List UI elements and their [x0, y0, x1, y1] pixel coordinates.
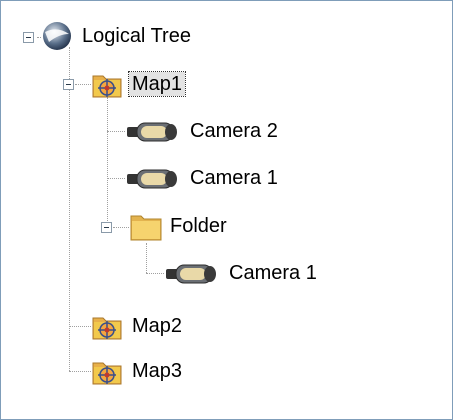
tree-node-folder[interactable]: Folder — [129, 209, 230, 243]
tree-line — [69, 47, 70, 371]
camera-icon — [164, 259, 220, 287]
tree-line — [146, 273, 164, 274]
tree-node-map3[interactable]: Map3 — [91, 354, 185, 388]
collapse-toggle-root[interactable] — [23, 32, 34, 43]
tree-line — [75, 84, 91, 85]
camera-icon — [125, 164, 181, 192]
tree-node-label: Camera 1 — [229, 262, 317, 284]
tree-node-label: Map3 — [132, 360, 183, 382]
tree-node-label: Map2 — [132, 315, 183, 337]
globe-icon — [41, 20, 73, 52]
collapse-toggle-map1[interactable] — [63, 79, 74, 90]
tree-node-label: Camera 1 — [190, 167, 278, 189]
tree-node-camera-2[interactable]: Camera 2 — [125, 114, 281, 148]
tree-line — [146, 243, 147, 273]
logical-tree-view[interactable]: Logical Tree Map1 Camera 2 Camera 1 Fold… — [0, 0, 453, 420]
tree-node-label: Folder — [170, 215, 227, 237]
tree-node-map2[interactable]: Map2 — [91, 309, 185, 343]
tree-line — [69, 371, 91, 372]
tree-line — [107, 131, 125, 132]
tree-line — [107, 97, 108, 227]
collapse-toggle-folder[interactable] — [101, 222, 112, 233]
map-folder-icon — [91, 310, 123, 342]
tree-node-label: Map1 — [127, 71, 187, 97]
tree-node-label: Camera 2 — [190, 120, 278, 142]
tree-node-camera-1-folder[interactable]: Camera 1 — [164, 256, 320, 290]
tree-line — [69, 326, 91, 327]
camera-icon — [125, 117, 181, 145]
tree-node-map1[interactable]: Map1 — [91, 67, 187, 101]
tree-line — [113, 227, 129, 228]
tree-line — [107, 178, 125, 179]
folder-icon — [129, 210, 162, 242]
map-folder-icon — [91, 355, 123, 387]
tree-node-logical-tree[interactable]: Logical Tree — [41, 19, 194, 53]
tree-node-label: Logical Tree — [82, 25, 191, 47]
tree-node-camera-1[interactable]: Camera 1 — [125, 161, 281, 195]
map-folder-icon — [91, 68, 123, 100]
